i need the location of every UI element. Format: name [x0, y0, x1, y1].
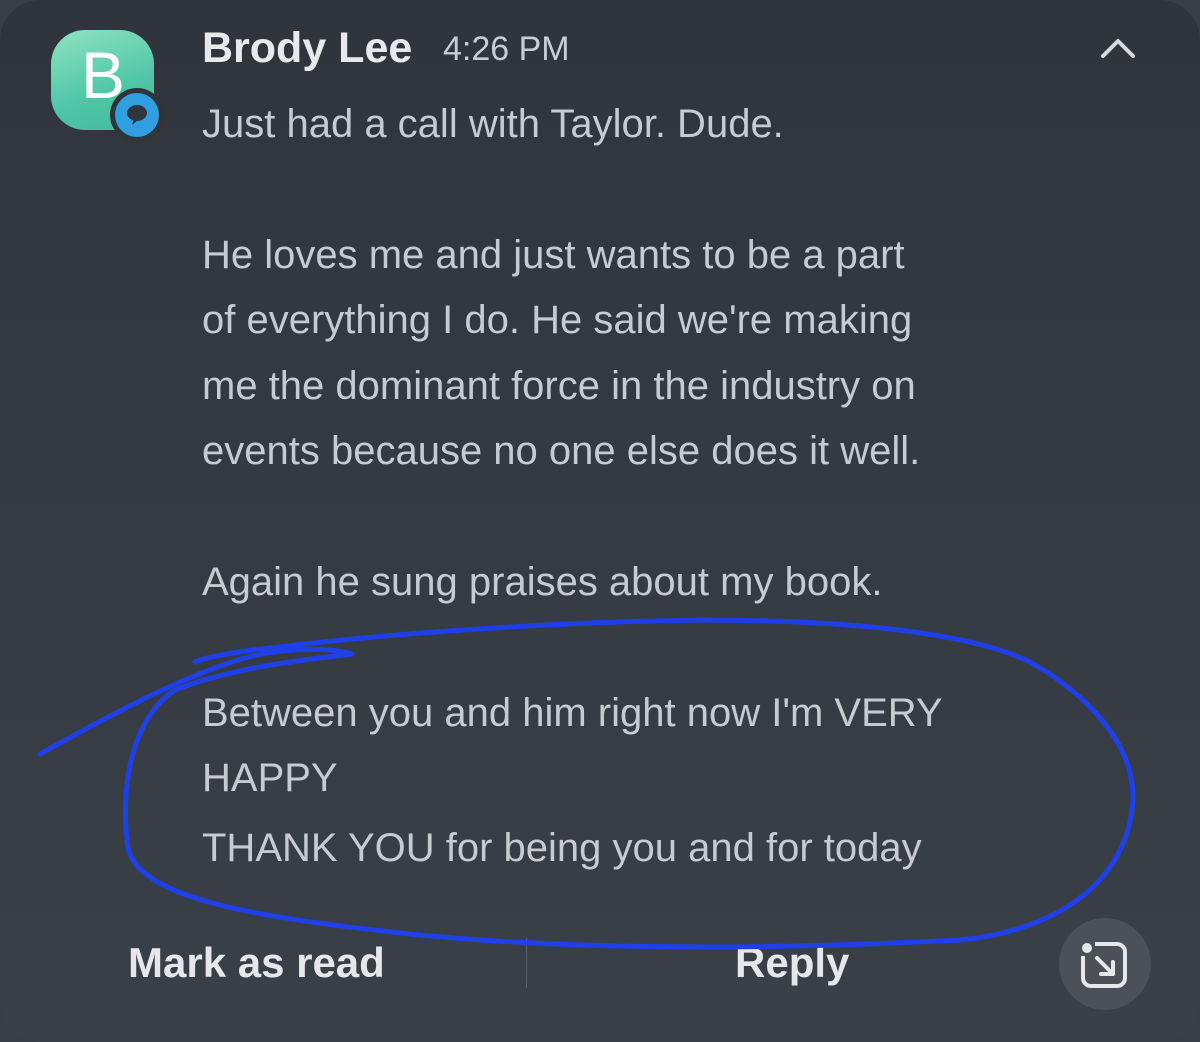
- message-line: He loves me and just wants to be a part: [202, 233, 905, 277]
- message-time: 4:26 PM: [443, 30, 570, 68]
- chevron-up-icon[interactable]: [1096, 30, 1140, 64]
- mark-as-read-button[interactable]: Mark as read: [128, 936, 385, 990]
- notification-card[interactable]: B Brody Lee 4:26 PM Just had a call with…: [0, 0, 1200, 1042]
- message-line: Between you and him right now I'm VERY: [202, 691, 943, 735]
- message-line: HAPPY: [202, 756, 338, 800]
- message-line: events because no one else does it well.: [202, 429, 921, 473]
- sender-name: Brody Lee: [202, 24, 413, 72]
- open-in-app-button[interactable]: [1059, 918, 1151, 1010]
- message-line: me the dominant force in the industry on: [202, 364, 916, 408]
- message-line: Just had a call with Taylor. Dude.: [202, 102, 784, 146]
- reply-button[interactable]: Reply: [735, 936, 849, 990]
- open-in-app-icon: [1079, 940, 1127, 988]
- message-line: Again he sung praises about my book.: [202, 560, 883, 604]
- actions-divider: [526, 938, 527, 988]
- message-line: THANK YOU for being you and for today: [202, 826, 922, 870]
- messages-app-badge: [110, 88, 164, 142]
- chat-bubble-icon: [115, 93, 159, 137]
- message-line: of everything I do. He said we're making: [202, 298, 913, 342]
